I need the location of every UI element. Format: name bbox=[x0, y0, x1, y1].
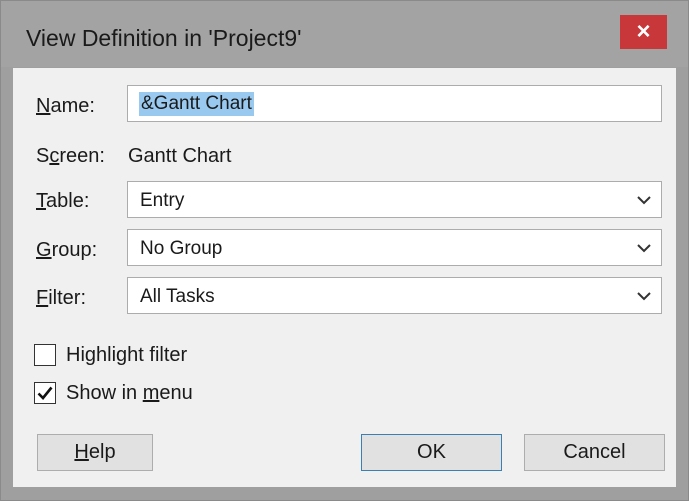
highlight-filter-checkbox[interactable] bbox=[34, 344, 56, 366]
table-select-value: Entry bbox=[140, 190, 185, 211]
name-input[interactable]: &Gantt Chart bbox=[127, 85, 662, 122]
name-input-value: &Gantt Chart bbox=[139, 92, 254, 116]
highlight-filter-label[interactable]: Highlight filter bbox=[66, 344, 187, 367]
help-button[interactable]: Help bbox=[37, 434, 153, 471]
filter-label: Filter: bbox=[36, 287, 87, 309]
dialog-window: View Definition in 'Project9' × Name: &G… bbox=[0, 0, 689, 501]
checkmark-icon bbox=[37, 386, 53, 400]
chevron-down-icon bbox=[637, 244, 651, 253]
screen-value: Gantt Chart bbox=[128, 145, 232, 167]
screen-label: Screen: bbox=[36, 145, 105, 167]
chevron-down-icon bbox=[637, 196, 651, 205]
group-label: Group: bbox=[36, 239, 98, 261]
filter-select-value: All Tasks bbox=[140, 286, 215, 307]
title-bar[interactable]: View Definition in 'Project9' × bbox=[1, 1, 688, 67]
group-select-value: No Group bbox=[140, 238, 223, 259]
group-select[interactable]: No Group bbox=[127, 229, 662, 266]
ok-button[interactable]: OK bbox=[361, 434, 502, 471]
cancel-button[interactable]: Cancel bbox=[524, 434, 665, 471]
table-label: Table: bbox=[36, 190, 90, 212]
show-in-menu-checkbox[interactable] bbox=[34, 382, 56, 404]
dialog-title: View Definition in 'Project9' bbox=[26, 25, 302, 51]
chevron-down-icon bbox=[637, 292, 651, 301]
close-button[interactable]: × bbox=[620, 15, 667, 49]
table-select[interactable]: Entry bbox=[127, 181, 662, 218]
name-label: Name: bbox=[36, 95, 95, 117]
close-icon: × bbox=[636, 18, 651, 45]
dialog-body: Name: &Gantt Chart Screen: Gantt Chart T… bbox=[13, 68, 676, 487]
filter-select[interactable]: All Tasks bbox=[127, 277, 662, 314]
show-in-menu-label[interactable]: Show in menu bbox=[66, 382, 193, 405]
